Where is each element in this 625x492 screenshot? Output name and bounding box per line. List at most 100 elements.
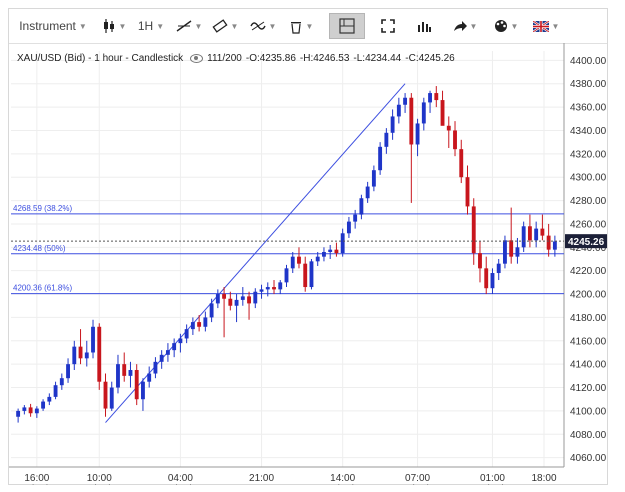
candle-up: [384, 132, 389, 147]
x-axis-date-label: Oct/14/25: [78, 484, 122, 485]
candle-up: [16, 410, 21, 417]
candle-down: [272, 287, 276, 290]
candle-up: [396, 104, 401, 117]
candlestick-chart[interactable]: 4400.00 4380.00 4360.00 4340.00 4320.00 4300.…: [9, 43, 607, 492]
candle-up: [490, 273, 495, 289]
candle-up: [184, 329, 189, 339]
fib-level-label: 4268.59 (38.2%): [13, 204, 72, 213]
y-axis-tick-label: 4380.00: [570, 79, 607, 90]
palette-icon: [494, 20, 507, 32]
candlestick-icon: [103, 19, 114, 33]
theme-dropdown[interactable]: ▼: [489, 13, 523, 39]
candle-down: [103, 381, 108, 409]
candle-up: [22, 407, 27, 411]
candle-down: [334, 249, 339, 254]
indicators-dropdown[interactable]: ▼: [247, 13, 279, 39]
candle-up: [59, 378, 64, 386]
y-axis-tick-label: 4160.00: [570, 336, 607, 347]
candle-down: [440, 100, 445, 126]
x-axis-date-label: Oct/16/25: [321, 484, 365, 485]
candle-up: [47, 396, 52, 402]
crosshair-toggle-button[interactable]: [329, 13, 365, 39]
y-axis-tick-label: 4200.00: [570, 290, 607, 301]
candle-down: [197, 322, 202, 327]
candle-up: [84, 352, 89, 359]
candle-up: [215, 294, 220, 304]
candle-up: [315, 256, 320, 262]
candle-up: [378, 146, 383, 171]
candle-up: [41, 401, 46, 409]
candle-up: [534, 228, 539, 241]
candle-down: [527, 226, 532, 241]
chevron-down-icon: ▼: [305, 21, 314, 31]
delete-dropdown[interactable]: ▼: [285, 13, 317, 39]
draw-line-dropdown[interactable]: ▼: [173, 13, 205, 39]
y-axis-tick-label: 4100.00: [570, 406, 607, 417]
chevron-down-icon: ▼: [268, 21, 277, 31]
fib-level-label: 4234.48 (50%): [13, 244, 66, 253]
candle-up: [72, 346, 77, 365]
chart-type-dropdown[interactable]: ▼: [97, 13, 131, 39]
trash-icon: [290, 21, 301, 34]
x-axis-date-label: Oct/15/25: [159, 484, 203, 485]
instrument-dropdown[interactable]: Instrument ▼: [15, 13, 91, 39]
chevron-down-icon: ▼: [156, 21, 165, 31]
candle-up: [503, 240, 507, 264]
candle-up: [340, 233, 345, 254]
timeframe-dropdown[interactable]: 1H ▼: [135, 13, 167, 39]
candle-down: [222, 294, 227, 299]
x-axis-time-label: 04:00: [168, 473, 193, 484]
y-axis-tick-label: 4320.00: [570, 149, 607, 160]
candle-up: [515, 247, 520, 257]
y-axis-tick-label: 4120.00: [570, 383, 607, 394]
chart-area[interactable]: 4400.00 4380.00 4360.00 4340.00 4320.00 4300.…: [9, 43, 607, 492]
candle-up: [66, 364, 70, 379]
fullscreen-button[interactable]: [375, 13, 401, 39]
wave-icon: [249, 21, 266, 31]
share-arrow-icon: [453, 21, 467, 31]
candle-up: [209, 303, 214, 318]
candle-down: [134, 370, 139, 400]
uk-flag-icon: [532, 20, 549, 32]
y-axis-tick-label: 4280.00: [570, 196, 607, 207]
candle-up: [359, 198, 364, 215]
candle-down: [478, 253, 482, 269]
candle-up: [421, 102, 426, 124]
candle-down: [303, 263, 308, 288]
candle-down: [446, 125, 451, 131]
candle-up: [309, 261, 314, 288]
candle-up: [328, 249, 333, 252]
candle-up: [178, 338, 183, 344]
eye-icon[interactable]: [190, 53, 204, 63]
candle-down: [465, 177, 470, 207]
x-axis-time-label: 07:00: [405, 473, 430, 484]
x-axis-date-label: Oct/20/25: [471, 484, 515, 485]
legend-low: L:4234.44: [356, 53, 402, 64]
x-axis-date-label: Oct/17/25: [396, 484, 440, 485]
legend-high: H:4246.53: [303, 53, 350, 64]
y-axis-tick-label: 4340.00: [570, 126, 607, 137]
candle-down: [453, 130, 457, 150]
candle-up: [284, 268, 289, 283]
chart-window: Instrument ▼ ▼ 1H ▼ ▼ ▼ ▼ ▼ ▼ ▼ ▼ 4400.0…: [8, 8, 608, 492]
legend-open: O:4235.86: [249, 53, 296, 64]
bar-chart-icon: [418, 22, 431, 32]
y-axis-tick-label: 4300.00: [570, 173, 607, 184]
chevron-down-icon: ▼: [230, 21, 239, 31]
candle-up: [322, 251, 326, 257]
candle-down: [122, 364, 127, 376]
candle-up: [253, 291, 258, 304]
candle-up: [165, 350, 170, 355]
candle-up: [53, 385, 58, 397]
x-axis-time-label: 01:00: [480, 473, 505, 484]
share-dropdown[interactable]: ▼: [449, 13, 481, 39]
trend-line[interactable]: [105, 83, 406, 423]
draw-shape-dropdown[interactable]: ▼: [209, 13, 241, 39]
chevron-down-icon: ▼: [469, 21, 478, 31]
candle-up: [290, 256, 295, 269]
candle-up: [203, 317, 208, 327]
candle-up: [172, 343, 177, 351]
volume-button[interactable]: [411, 13, 437, 39]
language-dropdown[interactable]: ▼: [529, 13, 563, 39]
candle-down: [471, 206, 476, 254]
